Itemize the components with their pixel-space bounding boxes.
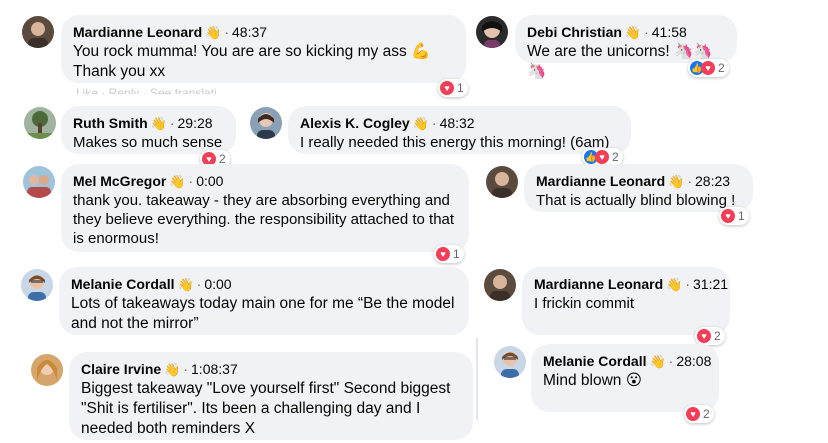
comment-text: You rock mumma! You are are so kicking m… [73, 43, 431, 80]
author-name[interactable]: Ruth Smith [73, 115, 148, 131]
comment-bubble: Mardianne Leonard 👋 · 48:37 You rock mumma!… [61, 15, 466, 83]
avatar[interactable] [484, 269, 516, 301]
timestamp[interactable]: 28:23 [695, 173, 730, 189]
timestamp[interactable]: 48:37 [232, 24, 267, 40]
timestamp[interactable]: 29:28 [178, 115, 213, 131]
heart-icon: ♥ [595, 150, 609, 164]
comment-bubble: Mel McGregor 👋 · 0:00 thank you. takeaway -… [61, 164, 469, 252]
comment-text: thank you. takeaway - they are absorbing… [73, 192, 455, 247]
avatar[interactable] [21, 269, 53, 301]
comment-bubble: Melanie Cordall 👋 · 28:08 Mind blown 😮 [531, 344, 719, 412]
author-name[interactable]: Mardianne Leonard [73, 24, 202, 40]
avatar[interactable] [31, 354, 63, 386]
avatar[interactable] [23, 166, 55, 198]
author-name[interactable]: Mel McGregor [73, 173, 166, 189]
author-name[interactable]: Claire Irvine [81, 361, 161, 377]
reaction-count[interactable]: ♥ 2 [695, 327, 725, 345]
timestamp[interactable]: 1:08:37 [191, 361, 238, 377]
avatar[interactable] [250, 107, 282, 139]
comment-text: Mind blown 😮 [543, 372, 642, 389]
reaction-count[interactable]: ♥ 1 [434, 245, 464, 263]
thread-line [476, 338, 478, 420]
comment-bubble: Debi Christian 👋 · 41:58 We are the unicorn… [515, 15, 737, 80]
reaction-count[interactable]: 👍 ♥ 2 [688, 59, 729, 77]
wave-icon: 👋 [412, 116, 429, 131]
comment-text: Makes so much sense [73, 134, 223, 151]
timestamp[interactable]: 0:00 [196, 173, 223, 189]
comment-bubble: Ruth Smith 👋 · 29:28 Makes so much sense [61, 106, 236, 154]
comment-text: I really needed this energy this morning… [300, 134, 610, 151]
reaction-count[interactable]: ♥ 2 [684, 405, 714, 423]
author-name[interactable]: Alexis K. Cogley [300, 115, 410, 131]
author-name[interactable]: Mardianne Leonard [536, 173, 665, 189]
avatar[interactable] [486, 166, 518, 198]
comment-text: I frickin commit [534, 295, 635, 312]
wave-icon: 👋 [649, 354, 666, 369]
heart-icon: ♥ [721, 209, 735, 223]
heart-icon: ♥ [697, 329, 711, 343]
comment-bubble: Alexis K. Cogley 👋 · 48:32 I really needed … [288, 106, 631, 154]
comment-bubble: Melanie Cordall 👋 · 0:00 Lots of takeaways … [59, 267, 469, 335]
comment-bubble: Claire Irvine 👋 · 1:08:37 Biggest takeaway … [69, 352, 473, 440]
comment-text: That is actually blind blowing ! [536, 192, 736, 209]
heart-icon: ♥ [440, 81, 454, 95]
wave-icon: 👋 [668, 174, 685, 189]
comment-bubble: Mardianne Leonard 👋 · 31:21 I frickin commi… [522, 267, 730, 335]
reaction-count[interactable]: ♥ 1 [719, 207, 749, 225]
wave-icon: 👋 [177, 277, 194, 292]
timestamp[interactable]: 41:58 [652, 24, 687, 40]
wave-icon: 👋 [624, 25, 642, 40]
comment-bubble: Mardianne Leonard 👋 · 28:23 That is actuall… [524, 164, 753, 212]
author-name[interactable]: Melanie Cordall [71, 276, 174, 292]
comment-text: Biggest takeaway "Love yourself first" S… [81, 380, 451, 437]
heart-icon: ♥ [701, 61, 715, 75]
comment-text: Lots of takeaways today main one for me … [71, 295, 455, 332]
avatar[interactable] [22, 16, 54, 48]
heart-icon: ♥ [436, 247, 450, 261]
action-row[interactable]: Like · Reply · See translation [76, 86, 216, 94]
wave-icon: 👋 [169, 174, 186, 189]
author-name[interactable]: Mardianne Leonard [534, 276, 663, 292]
author-name[interactable]: Debi Christian [527, 24, 622, 40]
timestamp[interactable]: 48:32 [440, 115, 475, 131]
author-name[interactable]: Melanie Cordall [543, 353, 646, 369]
avatar[interactable] [24, 107, 56, 139]
timestamp[interactable]: 31:21 [693, 276, 728, 292]
wave-icon: 👋 [150, 116, 167, 131]
avatar[interactable] [494, 346, 526, 378]
heart-icon: ♥ [686, 407, 700, 421]
wave-icon: 👋 [164, 362, 181, 377]
wave-icon: 👋 [666, 277, 683, 292]
wave-icon: 👋 [205, 25, 222, 40]
timestamp[interactable]: 0:00 [204, 276, 231, 292]
avatar[interactable] [476, 16, 508, 48]
reaction-count[interactable]: ♥ 1 [438, 79, 468, 97]
timestamp[interactable]: 28:08 [676, 353, 711, 369]
